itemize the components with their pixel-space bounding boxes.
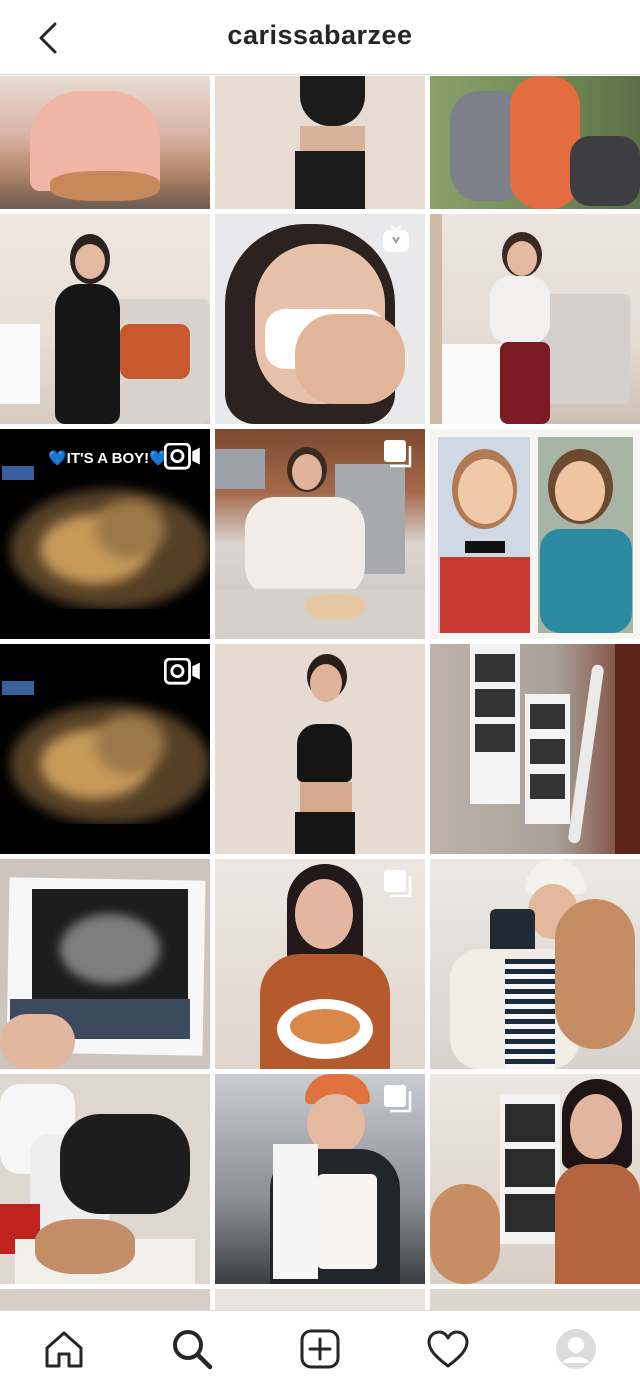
grid-post[interactable] (430, 1074, 640, 1284)
overlay-text: 💙IT'S A BOY!💙 (48, 450, 168, 467)
search-icon (173, 1329, 213, 1369)
grid-post[interactable] (430, 644, 640, 854)
multiple-photos-icon (384, 440, 412, 468)
grid-post[interactable] (0, 859, 210, 1069)
grid-post[interactable] (430, 859, 640, 1069)
grid-post[interactable] (215, 1289, 425, 1310)
multiple-photos-icon (384, 870, 412, 898)
grid-post[interactable] (215, 214, 425, 424)
grid-post[interactable] (0, 1289, 210, 1310)
igtv-icon (383, 225, 409, 252)
page-title: carissabarzee (227, 20, 413, 50)
bottom-navigation (0, 1310, 640, 1386)
nav-home[interactable] (32, 1317, 96, 1381)
nav-search[interactable] (160, 1317, 224, 1381)
profile-avatar (556, 1328, 596, 1369)
video-camera-icon (164, 443, 200, 470)
multiple-photos-icon (384, 1085, 412, 1113)
nav-new-post[interactable] (288, 1317, 352, 1381)
grid-post[interactable] (215, 1074, 425, 1284)
home-icon (45, 1331, 83, 1367)
grid-post[interactable]: 💙IT'S A BOY!💙 (0, 429, 210, 639)
grid-post[interactable] (430, 76, 640, 209)
activity-heart-icon (427, 1330, 469, 1367)
grid-post[interactable] (0, 76, 210, 209)
grid-post[interactable] (0, 644, 210, 854)
video-camera-icon (164, 658, 200, 685)
grid-post[interactable] (0, 214, 210, 424)
nav-profile[interactable] (544, 1317, 608, 1381)
grid-post[interactable] (430, 214, 640, 424)
grid-post[interactable] (430, 429, 640, 639)
nav-activity[interactable] (416, 1317, 480, 1381)
grid-post[interactable] (215, 859, 425, 1069)
post-grid: 💙IT'S A BOY!💙 (0, 76, 640, 1310)
grid-post[interactable] (430, 1289, 640, 1310)
new-post-icon (300, 1329, 340, 1368)
profile-header: carissabarzee (0, 0, 640, 75)
grid-post[interactable] (215, 644, 425, 854)
grid-post[interactable] (215, 76, 425, 209)
grid-post[interactable] (215, 429, 425, 639)
grid-post[interactable] (0, 1074, 210, 1284)
